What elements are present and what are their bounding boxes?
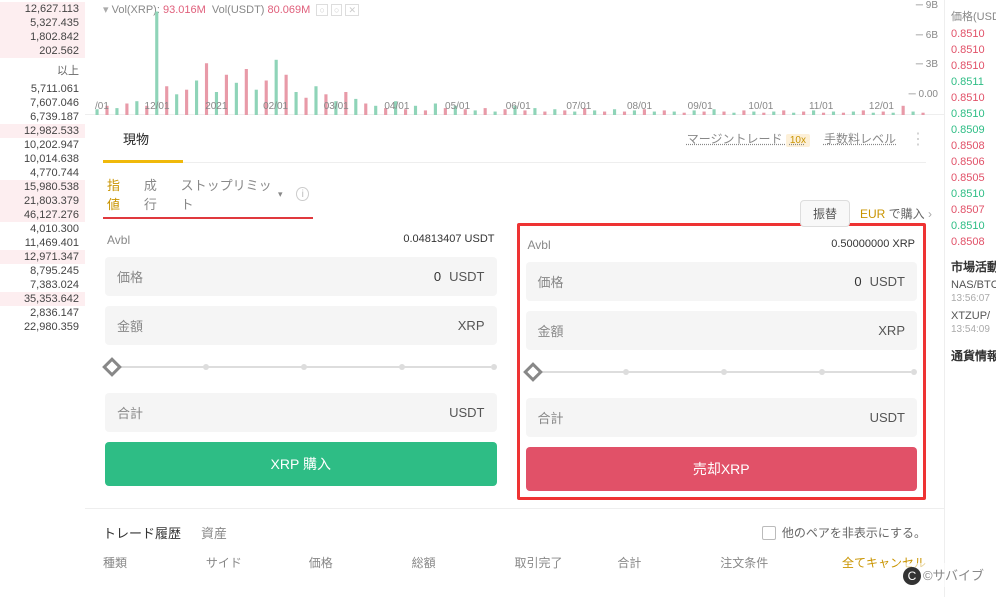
volume-chart[interactable]: ▾ Vol(XRP): 93.016M Vol(USDT) 80.069M ○ …	[85, 0, 944, 115]
sell-amount-input[interactable]: 金額XRP	[526, 311, 918, 350]
trade-price: 0.8510	[949, 218, 996, 234]
chevron-right-icon: ›	[928, 207, 932, 221]
orderbook-value: 6,739.187	[0, 110, 85, 124]
chevron-down-icon[interactable]: ▾	[278, 189, 283, 200]
orderbook-value: 11,469.401	[0, 236, 85, 250]
transfer-button[interactable]: 振替	[800, 200, 850, 227]
history-columns: 種類サイド価格総額取引完了合計注文条件全てキャンセル	[85, 548, 944, 585]
orderbook-value: 8,795.245	[0, 264, 85, 278]
orderbook-separator-label: 以上	[0, 58, 85, 82]
trade-price: 0.8510	[949, 186, 996, 202]
orderbook-value: 202.562	[0, 44, 85, 58]
trade-price: 0.8507	[949, 202, 996, 218]
transfer-controls: 振替 EUR で購入 ›	[800, 200, 932, 227]
tab-trade-history[interactable]: トレード履歴	[103, 523, 181, 542]
orderbook-value: 12,627.113	[0, 2, 85, 16]
trade-price: 0.8505	[949, 170, 996, 186]
avbl-value: 0.04813407 USDT	[403, 233, 494, 247]
avbl-value: 0.50000000 XRP	[831, 238, 915, 252]
history-col-header: 価格	[309, 554, 412, 571]
history-col-header: 注文条件	[720, 554, 823, 571]
market-time: 13:54:09	[949, 324, 996, 339]
orderbook-value: 4,770.744	[0, 166, 85, 180]
orderbook-value: 1,802.842	[0, 30, 85, 44]
buy-total-input[interactable]: 合計USDT	[105, 393, 497, 432]
sell-form: Avbl0.50000000 XRP 価格0USDT 金額XRP 合計USDT …	[517, 223, 927, 500]
trade-price: 0.8510	[949, 26, 996, 42]
orderbook-value: 10,202.947	[0, 138, 85, 152]
ordertype-limit[interactable]: 指値	[107, 175, 130, 213]
avbl-label: Avbl	[528, 238, 551, 252]
sell-amount-slider[interactable]	[526, 362, 918, 382]
avbl-label: Avbl	[107, 233, 130, 247]
orderbook-value: 7,383.024	[0, 278, 85, 292]
history-col-header: 総額	[412, 554, 515, 571]
orderbook-value: 2,836.147	[0, 306, 85, 320]
chart-svg	[85, 0, 944, 115]
buy-button[interactable]: XRP 購入	[105, 442, 497, 486]
orderbook-value: 21,803.379	[0, 194, 85, 208]
orderbook-value: 4,010.300	[0, 222, 85, 236]
fee-level-link[interactable]: 手数料レベル	[824, 130, 896, 147]
history-col-header: 種類	[103, 554, 206, 571]
watermark: C©サバイブ	[897, 563, 990, 587]
history-tabs: トレード履歴 資産 他のペアを非表示にする。	[85, 508, 944, 548]
orderbook-value: 12,971.347	[0, 250, 85, 264]
trade-price: 0.8510	[949, 42, 996, 58]
buy-amount-slider[interactable]	[105, 357, 497, 377]
trade-mode-tabs: 現物 マージントレード 10x 手数料レベル ⋮	[103, 115, 926, 163]
market-activity-header: 市場活動	[949, 250, 996, 277]
order-type-tabs: 指値 成行 ストップリミット ▾ i	[103, 163, 313, 219]
tab-assets[interactable]: 資産	[201, 523, 227, 542]
kebab-icon[interactable]: ⋮	[910, 129, 926, 149]
hide-pairs-label: 他のペアを非表示にする。	[782, 524, 926, 541]
price-header: 価格(USD	[949, 6, 996, 26]
market-pair[interactable]: NAS/BTC	[949, 277, 996, 293]
sell-total-input[interactable]: 合計USDT	[526, 398, 918, 437]
orderbook-value: 10,014.638	[0, 152, 85, 166]
buy-amount-input[interactable]: 金額XRP	[105, 306, 497, 345]
chart-yaxis: ─ 9B─ 6B─ 3B─ 0.00	[909, 0, 938, 100]
sell-price-input[interactable]: 価格0USDT	[526, 262, 918, 301]
orderbook-value: 12,982.533	[0, 124, 85, 138]
info-icon[interactable]: i	[296, 187, 309, 201]
buy-with-eur-link[interactable]: EUR で購入 ›	[860, 205, 932, 222]
orderbook-value: 46,127.276	[0, 208, 85, 222]
history-col-header: 合計	[617, 554, 720, 571]
margin-trade-link[interactable]: マージントレード 10x	[687, 130, 810, 147]
chart-xaxis: /0112/01202102/0103/0104/0105/0106/0107/…	[95, 101, 894, 112]
trade-price: 0.8510	[949, 106, 996, 122]
sell-button[interactable]: 売却XRP	[526, 447, 918, 491]
orderbook-value: 5,327.435	[0, 16, 85, 30]
ordertype-market[interactable]: 成行	[144, 175, 167, 213]
currency-info-header: 通貨情報	[949, 339, 996, 366]
trade-price: 0.8506	[949, 154, 996, 170]
orderbook-value: 5,711.061	[0, 82, 85, 96]
trade-price: 0.8509	[949, 122, 996, 138]
tab-spot[interactable]: 現物	[103, 115, 169, 162]
market-pair[interactable]: XTZUP/	[949, 308, 996, 324]
trade-price: 0.8508	[949, 138, 996, 154]
ordertype-stop[interactable]: ストップリミット	[181, 175, 272, 213]
buy-form: Avbl 0.04813407 USDT 価格0USDT 金額XRP 合計USDT…	[103, 225, 499, 500]
history-col-header: サイド	[206, 554, 309, 571]
trade-price: 0.8510	[949, 58, 996, 74]
trade-price: 0.8511	[949, 74, 996, 90]
orderbook-value: 7,607.046	[0, 96, 85, 110]
market-sidebar: 価格(USD 0.85100.85100.85100.85110.85100.8…	[944, 0, 1000, 597]
trade-price: 0.8510	[949, 90, 996, 106]
history-col-header: 取引完了	[515, 554, 618, 571]
market-time: 13:56:07	[949, 293, 996, 308]
orderbook-value: 15,980.538	[0, 180, 85, 194]
orderbook-value: 35,353.642	[0, 292, 85, 306]
orderbook-column: 12,627.1135,327.4351,802.842202.562 以上 5…	[0, 0, 85, 597]
trade-price: 0.8508	[949, 234, 996, 250]
hide-pairs-checkbox[interactable]	[762, 526, 776, 540]
orderbook-value: 22,980.359	[0, 320, 85, 334]
buy-price-input[interactable]: 価格0USDT	[105, 257, 497, 296]
